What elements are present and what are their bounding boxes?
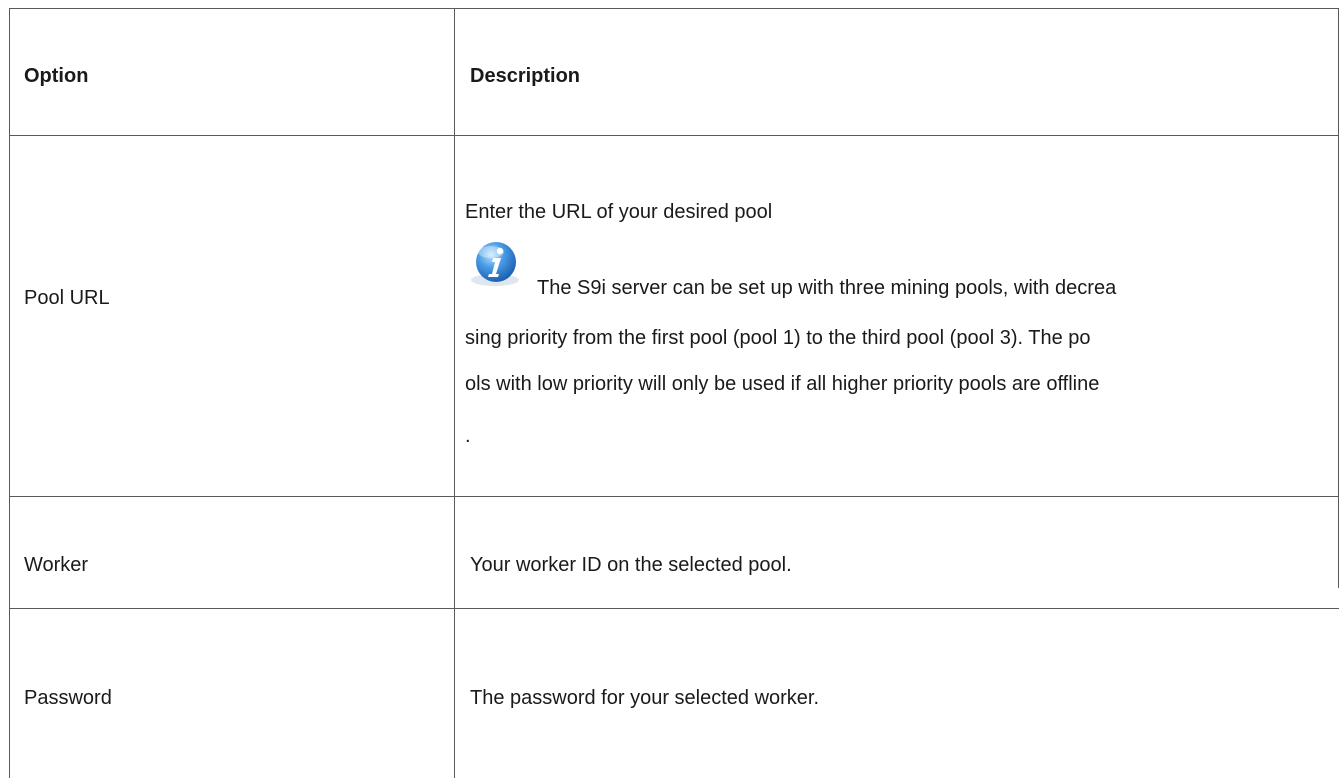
pool-url-note-line-3: ols with low priority will only be used …	[465, 373, 1100, 395]
row-divider-header	[9, 135, 1339, 136]
table-border-top	[9, 8, 1339, 9]
option-pool-url: Pool URL	[24, 287, 110, 309]
pool-url-note-line-1: The S9i server can be set up with three …	[537, 277, 1117, 299]
table-border-left	[9, 8, 10, 778]
row-divider-pool-url	[9, 496, 1339, 497]
pool-url-note-line-2: sing priority from the first pool (pool …	[465, 327, 1091, 349]
worker-description: Your worker ID on the selected pool.	[470, 554, 792, 576]
table-border-right	[1338, 8, 1339, 588]
pool-url-intro: Enter the URL of your desired pool	[465, 201, 773, 223]
info-icon	[465, 240, 523, 288]
pool-url-note-line-4: .	[465, 425, 471, 447]
header-description: Description	[470, 65, 581, 87]
option-password: Password	[24, 687, 112, 709]
row-divider-worker	[9, 608, 1339, 609]
pool-url-description: Enter the URL of your desired pool The S…	[465, 200, 1325, 480]
header-option: Option	[24, 65, 89, 87]
option-worker: Worker	[24, 554, 89, 576]
table-column-divider	[454, 8, 455, 778]
password-description: The password for your selected worker.	[470, 687, 820, 709]
